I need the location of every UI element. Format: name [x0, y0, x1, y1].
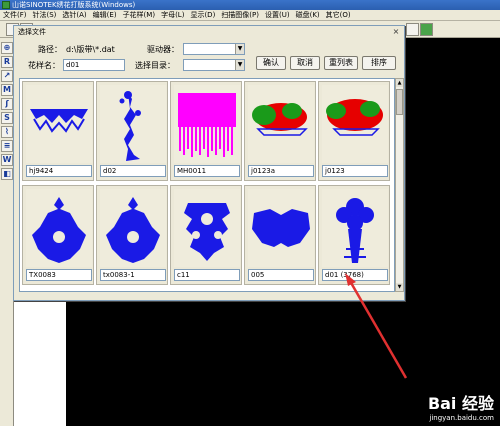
annotation-arrow: [345, 273, 408, 379]
